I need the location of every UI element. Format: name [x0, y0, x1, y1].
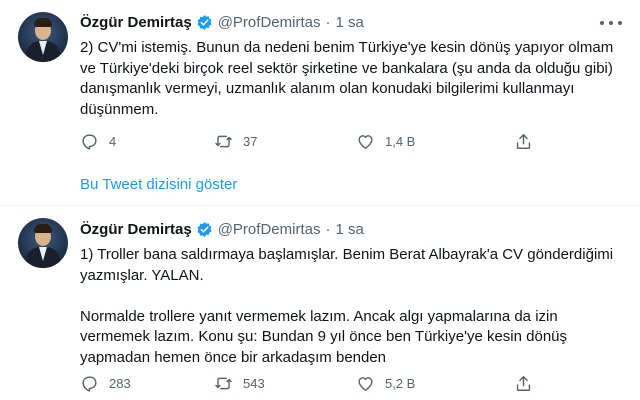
retweet-icon: [215, 135, 232, 147]
tweet-1[interactable]: Özgür Demirtaş @ProfDemirtas · 1 sa 2) C…: [0, 0, 640, 158]
like-count: 1,4 B: [385, 133, 416, 149]
retweet-button[interactable]: 543: [214, 371, 265, 395]
heart-icon: [358, 376, 373, 391]
author-handle[interactable]: @ProfDemirtas: [218, 14, 321, 31]
like-button[interactable]: 1,4 B: [356, 129, 415, 153]
retweet-button[interactable]: 37: [214, 129, 257, 153]
retweet-count: 37: [243, 133, 258, 149]
author-handle[interactable]: @ProfDemirtas: [218, 221, 321, 238]
author-name[interactable]: Özgür Demirtaş: [80, 221, 192, 238]
show-thread-link[interactable]: Bu Tweet dizisini göster: [80, 176, 237, 193]
avatar[interactable]: [18, 218, 68, 268]
heart-icon: [358, 134, 373, 149]
tweet-actions: 283 543 5,2 B: [74, 371, 544, 395]
reply-count: 283: [109, 375, 131, 391]
retweet-count: 543: [243, 375, 265, 391]
share-icon: [516, 133, 531, 149]
tweet-header: Özgür Demirtaş @ProfDemirtas · 1 sa: [80, 12, 364, 32]
reply-icon: [82, 133, 97, 150]
verified-badge-icon: [197, 221, 212, 237]
tweet-time[interactable]: 1 sa: [335, 14, 363, 31]
separator-dot: ·: [325, 220, 331, 238]
separator-dot: ·: [325, 13, 331, 31]
verified-badge-icon: [197, 14, 212, 30]
reply-button[interactable]: 283: [80, 371, 131, 395]
tweet-header: Özgür Demirtaş @ProfDemirtas · 1 sa: [80, 219, 364, 239]
tweet-2[interactable]: Özgür Demirtaş @ProfDemirtas · 1 sa 1) T…: [0, 206, 640, 400]
avatar[interactable]: [18, 12, 68, 62]
share-icon: [516, 375, 531, 391]
share-button[interactable]: [514, 371, 543, 395]
like-count: 5,2 B: [385, 375, 416, 391]
like-button[interactable]: 5,2 B: [356, 371, 415, 395]
reply-button[interactable]: 4: [80, 129, 116, 153]
tweet-time[interactable]: 1 sa: [335, 221, 363, 238]
tweet-actions: 4 37 1,4 B: [74, 129, 544, 153]
share-button[interactable]: [514, 129, 543, 153]
tweet-text: 1) Troller bana saldırmaya başlamışlar. …: [80, 246, 614, 366]
reply-icon: [82, 375, 97, 392]
reply-count: 4: [109, 133, 117, 149]
author-name[interactable]: Özgür Demirtaş: [80, 14, 192, 31]
tweet-text: 2) CV'mi istemiş. Bunun da nedeni benim …: [80, 39, 614, 118]
more-icon[interactable]: [600, 15, 622, 31]
retweet-icon: [215, 377, 232, 389]
